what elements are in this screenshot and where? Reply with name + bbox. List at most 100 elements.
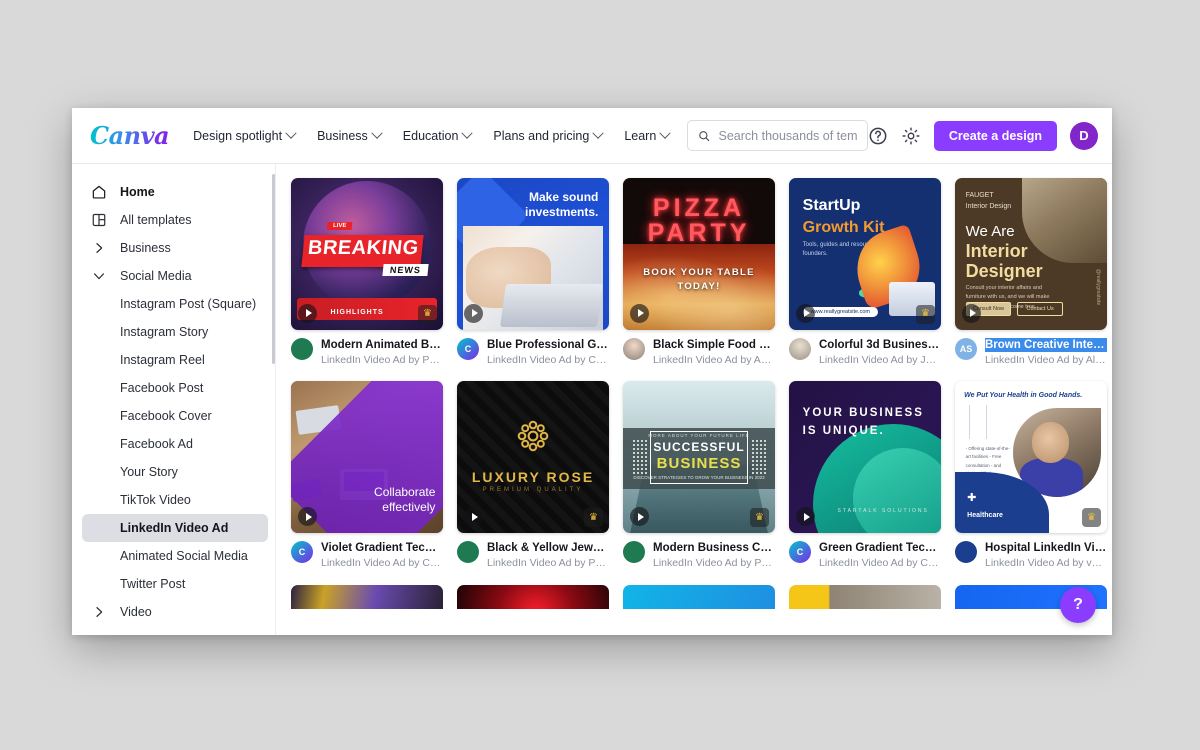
chevron-down-icon (285, 127, 296, 138)
avatar (789, 338, 811, 360)
template-title: Blue Professional Gra… (487, 338, 609, 352)
sidebar-item-label: TikTok Video (120, 493, 191, 507)
play-icon[interactable] (962, 304, 981, 323)
templates-icon (90, 212, 107, 228)
play-icon[interactable] (630, 304, 649, 323)
sidebar-item-social-media[interactable]: Social Media (82, 262, 268, 290)
crown-icon: ♛ (1082, 508, 1101, 527)
sidebar-item-instagram-post-square[interactable]: Instagram Post (Square) (82, 290, 268, 318)
template-card[interactable]: Make sound investments. C Blue Professio… (457, 178, 609, 368)
room-photo (1022, 178, 1107, 263)
template-title: Black & Yellow Jewelr… (487, 541, 609, 555)
headline-line-2: BUSINESS (623, 455, 775, 472)
breaking-news-thumb[interactable]: LIVE BREAKING NEWS HIGHLIGHTS ♛ (291, 178, 443, 330)
avatar: C (457, 338, 479, 360)
sidebar-item-video[interactable]: Video (82, 598, 268, 626)
template-meta: Colorful 3d Business … LinkedIn Video Ad… (789, 338, 941, 368)
template-subtitle: LinkedIn Video Ad by And… (653, 354, 775, 367)
sidebar-item-twitter-post[interactable]: Twitter Post (82, 570, 268, 598)
sidebar-item-your-story[interactable]: Your Story (82, 458, 268, 486)
headline-line-0: We Are (966, 223, 1015, 240)
template-title: Modern Business Co… (653, 541, 775, 555)
avatar[interactable]: D (1070, 122, 1098, 150)
sidebar-item-business[interactable]: Business (82, 234, 268, 262)
make-sound-investments-thumb[interactable]: Make sound investments. (457, 178, 609, 330)
startup-growth-kit-thumb[interactable]: StartUp Growth Kit Tools, guides and res… (789, 178, 941, 330)
sidebar-item-label: Video (120, 605, 152, 619)
play-icon[interactable] (796, 507, 815, 526)
template-meta: C Blue Professional Gra… LinkedIn Video … (457, 338, 609, 368)
top-header: Canva Design spotlight Business Educatio… (72, 108, 1112, 164)
sidebar-item-animated-social-media[interactable]: Animated Social Media (82, 542, 268, 570)
play-icon[interactable] (630, 507, 649, 526)
sidebar-item-linkedin-video-ad[interactable]: LinkedIn Video Ad (82, 514, 268, 542)
thumb-eyebrow: MORE ABOUT YOUR FUTURE LIFE (623, 433, 775, 438)
brand-logo-text: STARTALK SOLUTIONS (838, 507, 929, 515)
avatar: C (291, 541, 313, 563)
luxury-rose-thumb[interactable]: LUXURY ROSE PREMIUM QUALITY ♛ (457, 381, 609, 533)
successful-business-thumb[interactable]: MORE ABOUT YOUR FUTURE LIFE SUCCESSFUL B… (623, 381, 775, 533)
nav-label: Business (317, 129, 368, 143)
template-meta: Modern Animated Br… LinkedIn Video Ad by… (291, 338, 443, 368)
sidebar-item-instagram-reel[interactable]: Instagram Reel (82, 346, 268, 374)
headline-line-1: Interior (966, 241, 1028, 262)
search-input[interactable] (719, 129, 857, 143)
sidebar-item-facebook-cover[interactable]: Facebook Cover (82, 402, 268, 430)
template-subtitle: LinkedIn Video Ad by Can… (819, 557, 941, 570)
sidebar-item-label: Home (120, 185, 155, 199)
template-meta: AS Brown Creative Interi… LinkedIn Video… (955, 338, 1107, 368)
template-card-partial[interactable] (789, 585, 941, 609)
sidebar-item-label: Facebook Post (120, 381, 203, 395)
healthcare-thumb[interactable]: We Put Your Health in Good Hands. - Offe… (955, 381, 1107, 533)
sidebar-item-facebook-ad[interactable]: Facebook Ad (82, 430, 268, 458)
sidebar-item-tiktok-video[interactable]: TikTok Video (82, 486, 268, 514)
interior-designer-thumb[interactable]: FAUGET Interior Design We Are Interior D… (955, 178, 1107, 330)
sidebar-item-label: Instagram Post (Square) (120, 297, 256, 311)
sidebar-item-facebook-post[interactable]: Facebook Post (82, 374, 268, 402)
chevron-down-icon (90, 269, 107, 283)
nav-item-learn[interactable]: Learn (624, 129, 669, 143)
template-card-partial[interactable] (291, 585, 443, 609)
search-bar[interactable] (687, 120, 868, 151)
template-card[interactable]: We Put Your Health in Good Hands. - Offe… (955, 381, 1107, 571)
play-icon[interactable] (298, 507, 317, 526)
nav-item-education[interactable]: Education (403, 129, 472, 143)
headline-line-1: PIZZA (653, 194, 745, 222)
template-card[interactable]: MORE ABOUT YOUR FUTURE LIFE SUCCESSFUL B… (623, 381, 775, 571)
template-card[interactable]: YOUR BUSINESS IS UNIQUE. STARTALK SOLUTI… (789, 381, 941, 571)
chevron-right-icon (90, 241, 107, 255)
play-icon[interactable] (298, 304, 317, 323)
pizza-party-thumb[interactable]: PIZZA PARTY BOOK YOUR TABLE TODAY! (623, 178, 775, 330)
nav-item-plans-and-pricing[interactable]: Plans and pricing (493, 129, 602, 143)
question-circle-icon[interactable] (868, 126, 888, 146)
template-card[interactable]: LUXURY ROSE PREMIUM QUALITY ♛ Black & Ye… (457, 381, 609, 571)
canva-logo[interactable]: Canva (90, 121, 169, 150)
template-card-partial[interactable] (623, 585, 775, 609)
crown-icon: ♛ (418, 305, 437, 324)
gear-icon[interactable] (901, 126, 921, 146)
template-card[interactable]: FAUGET Interior Design We Are Interior D… (955, 178, 1107, 368)
headline-line-1: StartUp (803, 197, 861, 215)
chevron-down-icon (462, 127, 473, 138)
sidebar-item-home[interactable]: Home (82, 178, 268, 206)
avatar (291, 338, 313, 360)
template-card[interactable]: Collaborate effectively C Violet Gradien… (291, 381, 443, 571)
template-card-partial[interactable] (457, 585, 609, 609)
play-icon[interactable] (464, 507, 483, 526)
collaborate-effectively-thumb[interactable]: Collaborate effectively (291, 381, 443, 533)
sidebar-item-instagram-story[interactable]: Instagram Story (82, 318, 268, 346)
sidebar-item-label: Instagram Story (120, 325, 208, 339)
template-meta: C Violet Gradient Techn… LinkedIn Video … (291, 541, 443, 571)
template-card[interactable]: LIVE BREAKING NEWS HIGHLIGHTS ♛ (291, 178, 443, 368)
template-card[interactable]: StartUp Growth Kit Tools, guides and res… (789, 178, 941, 368)
help-button[interactable]: ? (1060, 587, 1096, 623)
play-icon[interactable] (464, 304, 483, 323)
play-icon[interactable] (796, 304, 815, 323)
nav-item-business[interactable]: Business (317, 129, 381, 143)
laptop-graphic (500, 284, 603, 327)
your-business-is-unique-thumb[interactable]: YOUR BUSINESS IS UNIQUE. STARTALK SOLUTI… (789, 381, 941, 533)
template-card[interactable]: PIZZA PARTY BOOK YOUR TABLE TODAY! (623, 178, 775, 368)
sidebar-item-all-templates[interactable]: All templates (82, 206, 268, 234)
nav-item-design-spotlight[interactable]: Design spotlight (193, 129, 295, 143)
create-a-design-button[interactable]: Create a design (934, 121, 1057, 151)
